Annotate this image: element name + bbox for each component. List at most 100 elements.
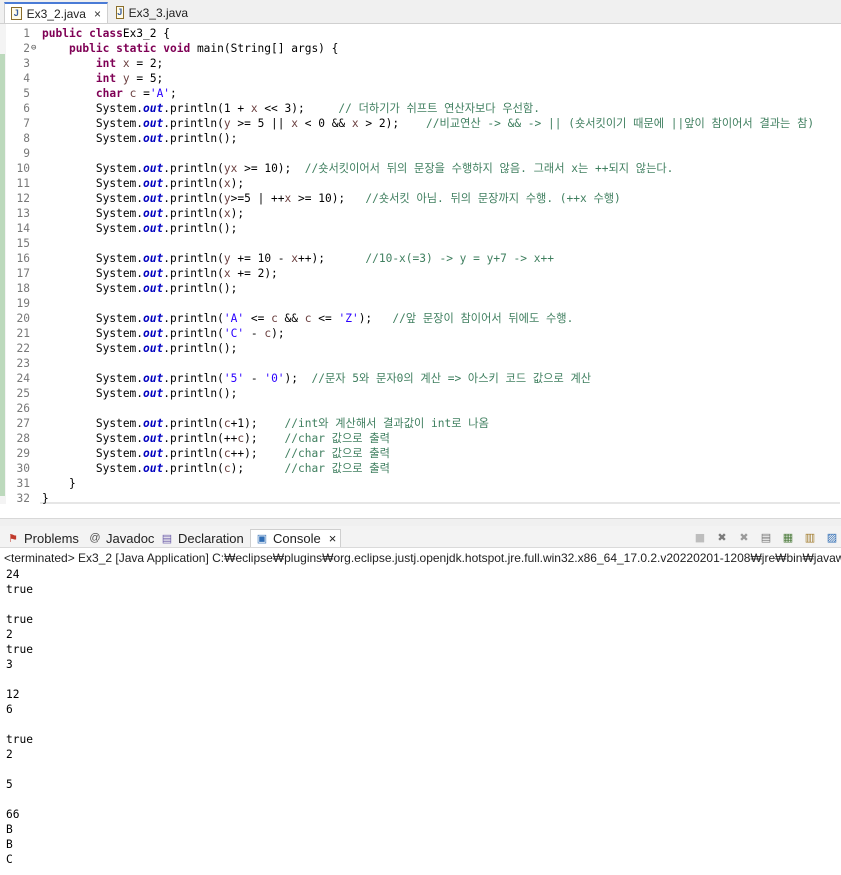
code-line[interactable]: 1 public classEx3_2 {: [0, 26, 841, 41]
remove-launch-icon[interactable]: ✖: [713, 529, 731, 546]
javadoc-icon: @: [89, 532, 101, 544]
code-line[interactable]: 11 System.out.println(x);: [0, 176, 841, 191]
code-token: .println(: [163, 192, 224, 205]
code-token: <=: [311, 312, 339, 325]
code-comment: //char 값으로 출력: [284, 447, 390, 460]
word-wrap-icon[interactable]: ▥: [801, 529, 819, 546]
close-icon[interactable]: ×: [94, 7, 101, 21]
tab-problems[interactable]: ⚑ Problems: [6, 529, 79, 547]
code-token: );: [230, 207, 245, 220]
code-line[interactable]: 24 System.out.println('5' - '0'); //문자 5…: [0, 371, 841, 386]
code-token: .println(: [163, 207, 224, 220]
code-line[interactable]: 21 System.out.println('C' - c);: [0, 326, 841, 341]
code-line[interactable]: 30 System.out.println(c); //char 값으로 출력: [0, 461, 841, 476]
problems-icon: ⚑: [8, 532, 18, 545]
code-token: out: [143, 447, 164, 460]
code-token: .println();: [163, 132, 238, 145]
fold-collapse-icon[interactable]: ⊖: [31, 41, 36, 56]
code-token: y: [223, 252, 231, 265]
tab-ex3-3-java[interactable]: J Ex3_3.java: [110, 2, 194, 23]
code-line[interactable]: 19: [0, 296, 841, 311]
code-line[interactable]: 6 System.out.println(1 + x << 3); // 더하기…: [0, 101, 841, 116]
code-line[interactable]: 5 char c ='A';: [0, 86, 841, 101]
code-token: +1);: [230, 417, 285, 430]
code-line[interactable]: 17 System.out.println(x += 2);: [0, 266, 841, 281]
code-token: -: [244, 327, 265, 340]
close-icon[interactable]: ×: [329, 531, 337, 546]
code-token: ++);: [298, 252, 366, 265]
code-line[interactable]: 4 int y = 5;: [0, 71, 841, 86]
tab-javadoc[interactable]: @ Javadoc: [88, 529, 154, 547]
console-output-line: 5: [6, 778, 13, 791]
code-token: System.: [42, 282, 144, 295]
code-line[interactable]: 27 System.out.println(c+1); //int와 계산해서 …: [0, 416, 841, 431]
code-token: out: [143, 102, 164, 115]
clear-console-icon[interactable]: ▤: [757, 529, 775, 546]
code-line[interactable]: 26: [0, 401, 841, 416]
code-text: System.out.println(x);: [42, 176, 244, 191]
code-line[interactable]: 25 System.out.println();: [0, 386, 841, 401]
code-token: out: [143, 222, 164, 235]
code-token: c: [223, 447, 231, 460]
line-number: 2: [23, 42, 30, 55]
code-token: Ex3_2 {: [122, 27, 170, 40]
code-token: y: [223, 162, 231, 175]
code-line[interactable]: 10 System.out.println(yx >= 10); //숏서킷이어…: [0, 161, 841, 176]
console-icon: ▣: [256, 533, 268, 545]
code-line[interactable]: 16 System.out.println(y += 10 - x++); //…: [0, 251, 841, 266]
code-editor[interactable]: < 1public classEx3_2 {2⊖ public static v…: [0, 24, 841, 504]
code-text: System.out.println(1 + x << 3); // 더하기가 …: [42, 101, 540, 116]
code-line[interactable]: 32}: [0, 491, 841, 504]
code-token: .println();: [163, 387, 238, 400]
code-line[interactable]: 20 System.out.println('A' <= c && c <= '…: [0, 311, 841, 326]
tab-label: Ex3_3.java: [128, 5, 188, 20]
remove-all-icon[interactable]: ✖: [735, 529, 753, 546]
line-number: 3: [23, 57, 30, 70]
code-line[interactable]: 12 System.out.println(y>=5 | ++x >= 10);…: [0, 191, 841, 206]
line-number: 12: [16, 192, 30, 205]
console-output[interactable]: 24 true true 2 true 3 12 6 true 2 5 66 B B C: [0, 567, 841, 875]
code-token: .println();: [163, 342, 238, 355]
code-line[interactable]: 15: [0, 236, 841, 251]
line-number: 15: [16, 237, 30, 250]
line-number: 16: [16, 252, 30, 265]
code-line[interactable]: 22 System.out.println();: [0, 341, 841, 356]
code-line[interactable]: 13 System.out.println(x);: [0, 206, 841, 221]
code-comment: //char 값으로 출력: [284, 432, 390, 445]
stop-icon[interactable]: ■: [691, 529, 709, 546]
line-number: 23: [16, 357, 30, 370]
code-line[interactable]: 7 System.out.println(y >= 5 || x < 0 && …: [0, 116, 841, 131]
code-line[interactable]: 2 ⊖ public static void main(String[] args…: [0, 41, 841, 56]
code-line[interactable]: 31 }: [0, 476, 841, 491]
console-output-line: B: [6, 823, 13, 836]
tab-console[interactable]: ▣ Console ×: [250, 529, 342, 547]
code-token: out: [143, 162, 164, 175]
code-token: c: [304, 312, 312, 325]
line-number: 31: [16, 477, 30, 490]
code-comment: //문자 5와 문자0의 계산 => 아스키 코드 값으로 계산: [311, 372, 592, 385]
code-text: System.out.println(y += 10 - x++); //10-…: [42, 251, 554, 266]
code-keyword: int: [95, 57, 117, 70]
code-line[interactable]: 29 System.out.println(c++); //char 값으로 출…: [0, 446, 841, 461]
tab-ex3-2-java[interactable]: J Ex3_2.java ×: [4, 2, 108, 23]
code-token: += 10 -: [230, 252, 292, 265]
code-token: out: [143, 252, 164, 265]
code-line[interactable]: 18 System.out.println();: [0, 281, 841, 296]
tab-declaration[interactable]: ▤ Declaration: [160, 529, 244, 547]
code-line[interactable]: 9: [0, 146, 841, 161]
view-divider[interactable]: [0, 518, 841, 526]
code-line[interactable]: 8 System.out.println();: [0, 131, 841, 146]
code-token: );: [244, 432, 285, 445]
code-token: .println(: [163, 417, 224, 430]
code-line[interactable]: 3 int x = 2;: [0, 56, 841, 71]
code-line[interactable]: 14 System.out.println();: [0, 221, 841, 236]
pin-console-icon[interactable]: ▨: [823, 529, 841, 546]
code-token: out: [143, 192, 164, 205]
scroll-lock-icon[interactable]: ▦: [779, 529, 797, 546]
code-token: = 5;: [129, 72, 164, 85]
code-line[interactable]: 23: [0, 356, 841, 371]
code-text: System.out.println('A' <= c && c <= 'Z')…: [42, 311, 573, 326]
code-line[interactable]: 28 System.out.println(++c); //char 값으로 출…: [0, 431, 841, 446]
code-token: System.: [42, 132, 144, 145]
